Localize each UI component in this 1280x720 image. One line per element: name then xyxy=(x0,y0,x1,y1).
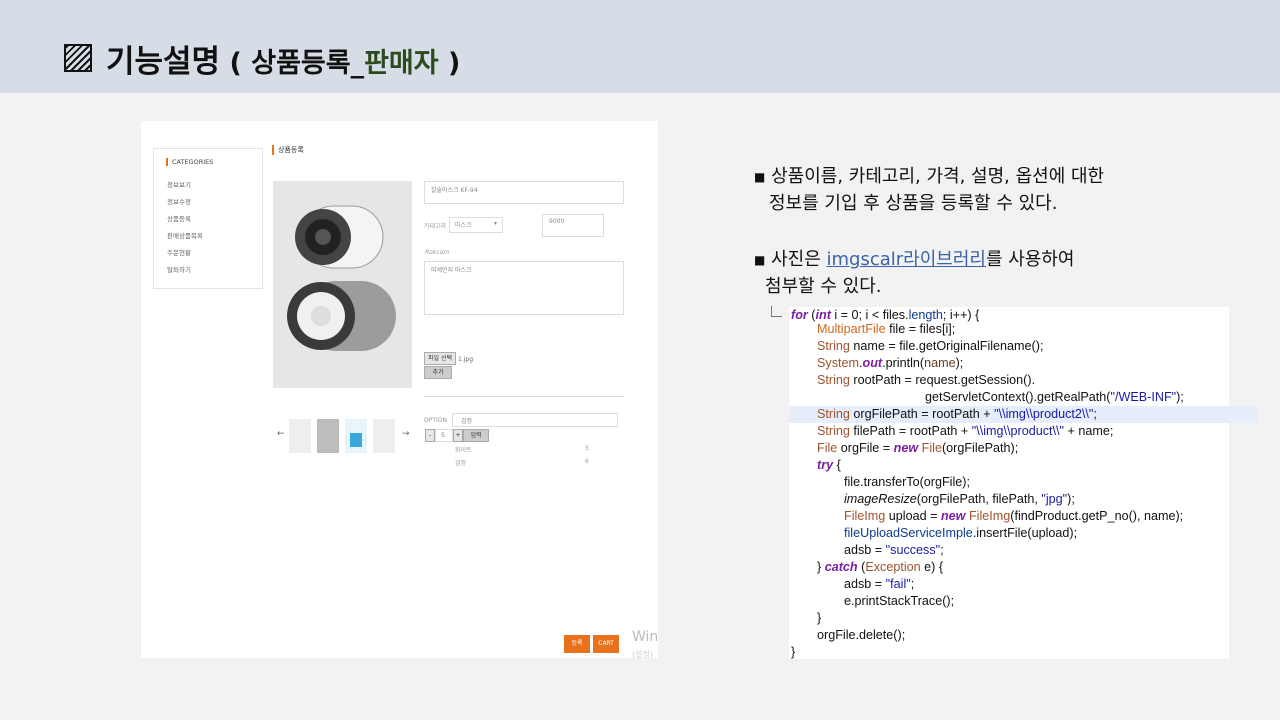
title-seller: 판매자 xyxy=(364,48,439,79)
option-input[interactable]: 검정 xyxy=(452,413,618,427)
code-line: MultipartFile file = files[i]; xyxy=(817,322,956,336)
thumbnail[interactable] xyxy=(345,419,367,453)
code-line: getServletContext().getRealPath("/WEB-IN… xyxy=(925,390,1184,404)
divider xyxy=(424,396,624,397)
page-heading: 상품등록 xyxy=(272,145,304,155)
category-item[interactable]: 주문현황 xyxy=(167,247,191,257)
category-select-value: 마스크 xyxy=(455,222,472,229)
bullet-2-line-2: 첨부할 수 있다. xyxy=(765,276,882,297)
hatch-square-icon xyxy=(64,44,92,72)
code-line: System.out.println(name); xyxy=(817,356,964,370)
option-label: OPTION xyxy=(424,417,447,424)
code-line: try { xyxy=(817,458,841,472)
code-line: } xyxy=(791,645,796,659)
cart-button[interactable]: CART xyxy=(593,635,619,653)
bullet-2: ■ 사진은 imgscalr라이브러리를 사용하여 xyxy=(754,249,1075,270)
thumbnail[interactable] xyxy=(317,419,339,453)
arrow-right-icon[interactable]: → xyxy=(402,429,410,439)
code-line: } xyxy=(817,611,822,625)
option-row-name: 화이트 xyxy=(455,447,472,454)
bullet-1: ■ 상품이름, 카테고리, 가격, 설명, 옵션에 대한 xyxy=(754,166,1105,187)
code-line: String filePath = rootPath + "\\img\\pro… xyxy=(817,424,1114,438)
code-line: } catch (Exception e) { xyxy=(817,560,944,574)
code-line: String orgFilePath = rootPath + "\\img\\… xyxy=(789,406,1257,423)
option-row-qty: 5 xyxy=(585,445,589,452)
arrow-left-icon[interactable]: ← xyxy=(277,429,285,439)
connector-arrow-icon xyxy=(771,306,782,317)
qty-minus-button[interactable]: - xyxy=(425,429,435,442)
description-textarea[interactable]: 미세먼지 마스크 xyxy=(424,261,624,315)
product-image xyxy=(273,181,412,388)
categories-heading: CATEGORIES xyxy=(166,158,213,166)
brand-text: Rokcom xyxy=(425,249,450,256)
title-open: ( 상품등록_ xyxy=(220,48,365,79)
windows-watermark: Winc xyxy=(632,629,658,645)
product-register-screenshot: CATEGORIES 정보보기 정보수정 상품등록 판매상품목록 주문현황 탈퇴… xyxy=(141,121,658,658)
windows-watermark-sub: (설정) xyxy=(632,650,653,658)
imgscalr-link[interactable]: imgscalr라이브러리 xyxy=(826,249,985,270)
code-line: String rootPath = request.getSession(). xyxy=(817,373,1036,387)
add-image-button[interactable]: 추가 xyxy=(424,366,452,379)
category-label: 카테고리 xyxy=(424,223,447,230)
code-line: fileUploadServiceImple.insertFile(upload… xyxy=(844,526,1078,540)
product-name-input[interactable]: 잘술마스크 KF-94 xyxy=(424,181,624,204)
bullet-2-pre: 사진은 xyxy=(771,249,827,270)
register-button[interactable]: 등록 xyxy=(564,635,590,653)
option-row-name: 검정 xyxy=(455,460,467,467)
category-select[interactable]: 마스크 ▾ xyxy=(449,217,503,233)
thumbnail[interactable] xyxy=(373,419,395,453)
robot-product-illustration xyxy=(287,205,396,351)
slide-title: 기능설명 ( 상품등록_판매자 ) xyxy=(106,36,460,81)
code-block: for (int i = 0; i < files.length; i++) {… xyxy=(789,307,1257,659)
bullet-2-post: 를 사용하여 xyxy=(985,249,1075,270)
file-name-text: 1.jpg xyxy=(458,356,474,363)
chevron-down-icon: ▾ xyxy=(493,220,497,227)
qty-plus-button[interactable]: + xyxy=(453,429,463,442)
thumbnail[interactable] xyxy=(289,419,311,453)
enter-option-button[interactable]: 입력 xyxy=(463,429,489,442)
code-line: orgFile.delete(); xyxy=(817,628,906,642)
file-select-button[interactable]: 파일 선택 xyxy=(424,352,456,365)
categories-panel: CATEGORIES 정보보기 정보수정 상품등록 판매상품목록 주문현황 탈퇴… xyxy=(153,148,263,289)
code-line: adsb = "success"; xyxy=(844,543,944,557)
code-line: File orgFile = new File(orgFilePath); xyxy=(817,441,1019,455)
bullet-1-line-2: 정보를 기입 후 상품을 등록할 수 있다. xyxy=(769,193,1058,214)
category-item[interactable]: 판매상품목록 xyxy=(167,230,203,240)
code-line: e.printStackTrace(); xyxy=(844,594,955,608)
code-line: imageResize(orgFilePath, filePath, "jpg"… xyxy=(844,492,1075,506)
title-main: 기능설명 xyxy=(106,44,221,80)
title-close: ) xyxy=(438,48,461,79)
option-row-qty: 6 xyxy=(585,458,589,465)
code-line: String name = file.getOriginalFilename()… xyxy=(817,339,1044,353)
code-line: file.transferTo(orgFile); xyxy=(844,475,970,489)
category-item[interactable]: 탈퇴하기 xyxy=(167,264,191,274)
code-line: adsb = "fail"; xyxy=(844,577,915,591)
code-line: FileImg upload = new FileImg(findProduct… xyxy=(844,509,1184,523)
price-input[interactable]: 9000 xyxy=(542,214,604,237)
category-item[interactable]: 상품등록 xyxy=(167,213,191,223)
category-item[interactable]: 정보수정 xyxy=(167,196,191,206)
bullet-1-line-1: 상품이름, 카테고리, 가격, 설명, 옵션에 대한 xyxy=(771,166,1105,187)
qty-input[interactable]: 5 xyxy=(435,429,453,442)
category-item[interactable]: 정보보기 xyxy=(167,179,191,189)
